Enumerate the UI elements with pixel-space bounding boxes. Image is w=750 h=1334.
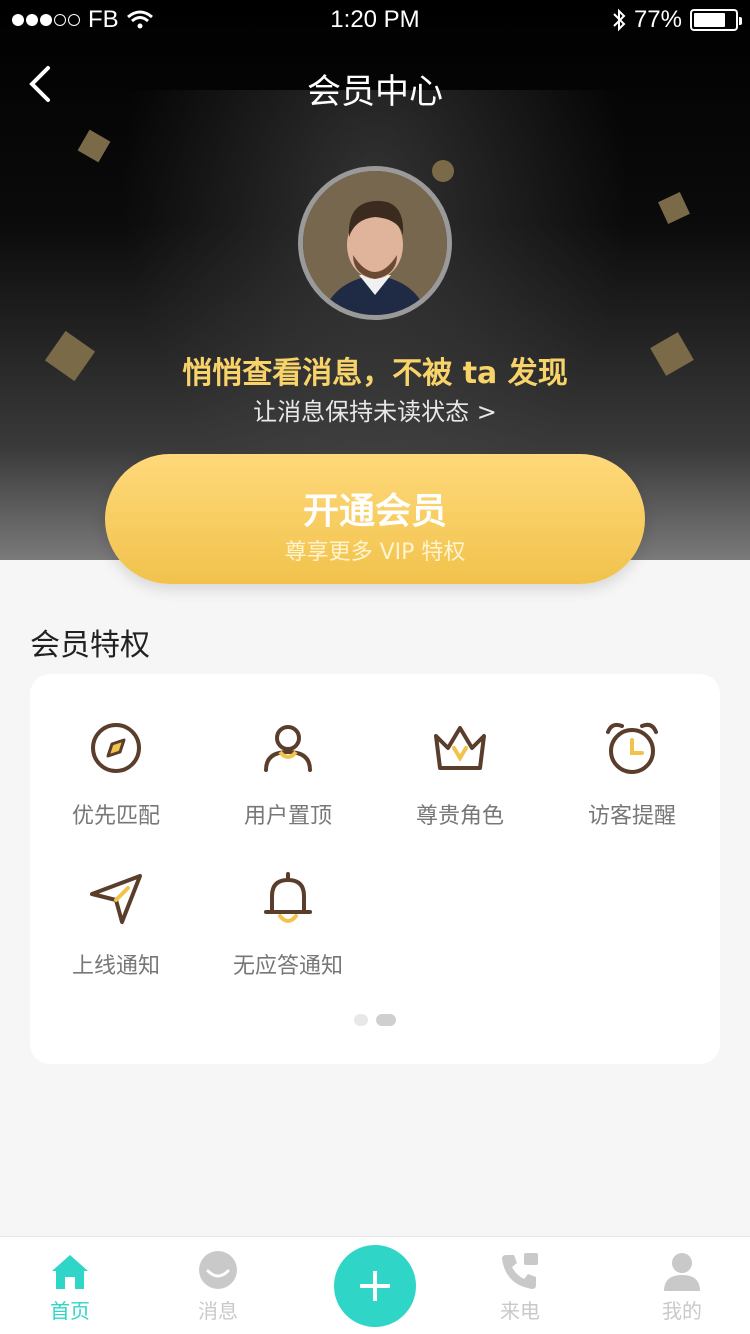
page-dot [354, 1014, 368, 1026]
privileges-card: 优先匹配 用户置顶 尊贵角色 访客提醒 上线通知 无应答通知 [30, 674, 720, 1064]
open-membership-button[interactable]: 开通会员 尊享更多 VIP 特权 [105, 454, 645, 584]
confetti-decoration [432, 160, 454, 182]
avatar-image [303, 171, 447, 315]
bluetooth-icon [613, 8, 626, 32]
status-bar: FB 1:20 PM 77% [0, 0, 750, 40]
hero-subline-link[interactable]: 让消息保持未读状态 > [0, 392, 750, 427]
cta-sub-label: 尊享更多 VIP 特权 [284, 540, 466, 565]
page-title: 会员中心 [307, 72, 443, 112]
send-icon [90, 874, 142, 924]
phone-icon [502, 1253, 538, 1289]
tab-home[interactable]: 首页 [10, 1249, 130, 1324]
hero-headline: 悄悄查看消息，不被 ta 发现 [182, 356, 568, 391]
battery-icon [690, 9, 742, 31]
add-button[interactable] [334, 1245, 416, 1327]
compass-icon [91, 723, 141, 773]
alarm-clock-icon [606, 722, 658, 774]
battery-percentage: 77% [633, 6, 682, 33]
avatar [298, 166, 452, 320]
chat-bubble-icon [199, 1251, 237, 1289]
user-icon [264, 725, 312, 772]
section-title: 会员特权 [30, 628, 150, 663]
page-indicator [30, 1014, 720, 1026]
privilege-online-notify[interactable]: 上线通知 [30, 868, 202, 1018]
privilege-noble-role[interactable]: 尊贵角色 [374, 718, 546, 868]
privilege-no-answer-notify[interactable]: 无应答通知 [202, 868, 374, 1018]
user-profile-icon [664, 1253, 700, 1291]
page-dot-active [376, 1014, 396, 1026]
tab-mine[interactable]: 我的 [622, 1249, 742, 1324]
crown-icon [434, 726, 486, 770]
confetti-decoration [658, 192, 690, 224]
cta-main-label: 开通会员 [302, 491, 447, 532]
tab-calls[interactable]: 来电 [460, 1249, 580, 1324]
privilege-visitor-alert[interactable]: 访客提醒 [546, 718, 718, 868]
privilege-priority-match[interactable]: 优先匹配 [30, 718, 202, 868]
privilege-user-top[interactable]: 用户置顶 [202, 718, 374, 868]
home-icon [52, 1255, 88, 1289]
tab-messages[interactable]: 消息 [158, 1249, 278, 1324]
tab-bar: 首页 消息 来电 我的 [0, 1236, 750, 1334]
navigation-bar: 会员中心 [0, 54, 750, 114]
bell-icon [264, 872, 312, 923]
